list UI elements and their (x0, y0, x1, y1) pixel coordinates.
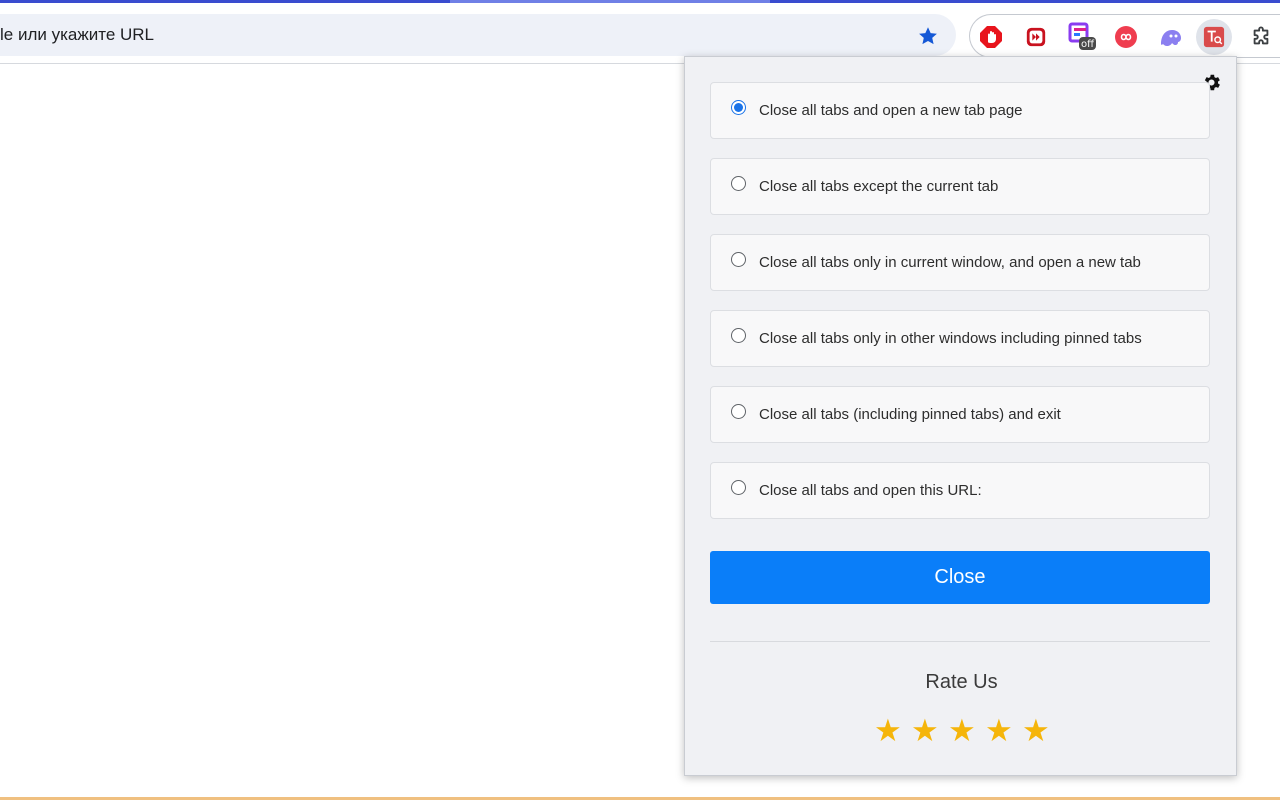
tab-manager-badge: off (1081, 39, 1095, 50)
option-close-other-windows[interactable]: Close all tabs only in other windows inc… (710, 310, 1210, 367)
radio-option-6[interactable] (731, 480, 746, 495)
address-bar-text[interactable]: le или укажите URL (0, 25, 154, 45)
bookmark-star-icon[interactable] (914, 22, 942, 50)
address-bar[interactable]: le или укажите URL (0, 14, 956, 56)
browser-toolbar: le или укажите URL off (0, 3, 1280, 64)
adblock-hand-icon[interactable] (976, 22, 1006, 52)
ghost-icon[interactable] (1156, 22, 1186, 52)
divider (710, 641, 1210, 642)
star-icon[interactable]: ★ (874, 713, 902, 749)
option-label: Close all tabs only in current window, a… (759, 254, 1141, 271)
star-icon[interactable]: ★ (948, 713, 976, 749)
tab-manager-off-icon[interactable]: off (1067, 22, 1097, 52)
option-label: Close all tabs except the current tab (759, 178, 999, 195)
close-all-tabs-popup: Close all tabs and open a new tab page C… (684, 56, 1237, 776)
option-close-open-new-tab[interactable]: Close all tabs and open a new tab page (710, 82, 1210, 139)
rate-us-title: Rate Us (925, 671, 998, 693)
option-close-current-window[interactable]: Close all tabs only in current window, a… (710, 234, 1210, 291)
option-label: Close all tabs and open this URL: (759, 482, 982, 499)
close-button[interactable]: Close (710, 551, 1210, 604)
option-close-open-url[interactable]: Close all tabs and open this URL: (710, 462, 1210, 519)
star-icon[interactable]: ★ (985, 713, 1013, 749)
radio-option-2[interactable] (731, 176, 746, 191)
radio-option-1[interactable] (731, 100, 746, 115)
media-forward-icon[interactable] (1021, 22, 1051, 52)
option-close-and-exit[interactable]: Close all tabs (including pinned tabs) a… (710, 386, 1210, 443)
star-icon[interactable]: ★ (911, 713, 939, 749)
puzzle-extensions-icon[interactable] (1246, 22, 1276, 52)
translate-tabs-icon[interactable] (1196, 19, 1232, 55)
option-label: Close all tabs (including pinned tabs) a… (759, 406, 1061, 423)
radio-option-4[interactable] (731, 328, 746, 343)
option-label: Close all tabs only in other windows inc… (759, 330, 1142, 347)
star-icon[interactable]: ★ (1022, 713, 1050, 749)
radio-option-5[interactable] (731, 404, 746, 419)
infinity-icon[interactable] (1111, 22, 1141, 52)
option-close-except-current[interactable]: Close all tabs except the current tab (710, 158, 1210, 215)
option-label: Close all tabs and open a new tab page (759, 102, 1023, 119)
radio-option-3[interactable] (731, 252, 746, 267)
extensions-bar: off (969, 14, 1280, 58)
rating-stars: ★ ★ ★ ★ ★ (685, 713, 1238, 749)
